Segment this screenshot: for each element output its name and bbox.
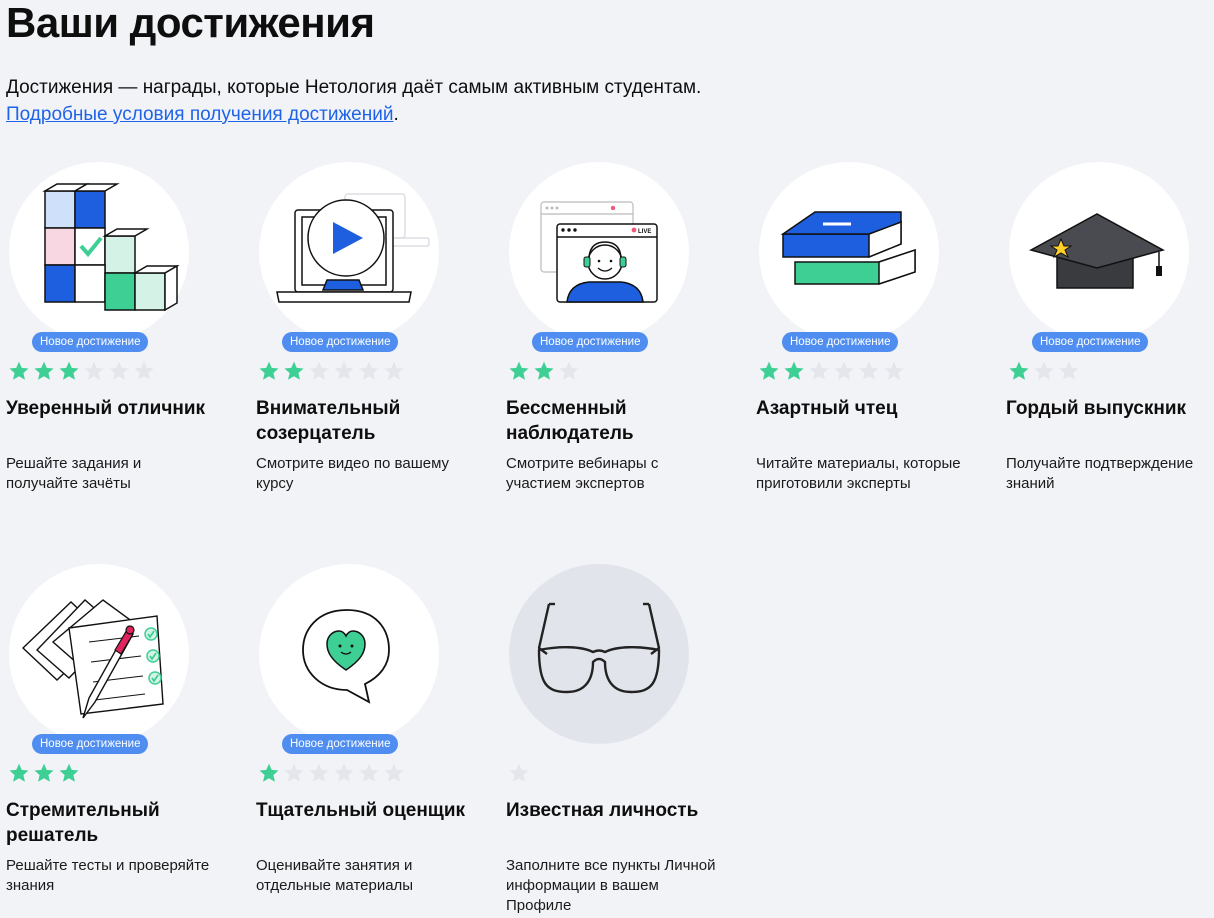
achievement-description: Смотрите видео по вашему курсу [256,455,450,492]
heart-bubble-icon [302,609,390,704]
achievement-illustration [1009,162,1189,342]
achievement-illustration [759,162,939,342]
achievement-card[interactable]: LIVE Новое достижение Бессменный наблюда… [506,162,756,564]
star-empty-icon [559,361,579,380]
achievement-title: Известная личность [506,800,699,821]
achievement-description: Решайте тесты и проверяйте знания [6,857,210,894]
achievement-description: Читайте материалы, которые приготовили э… [756,455,961,492]
star-filled-icon [509,361,529,380]
achievements-grid: Новое достижение Уверенный отличник Реша… [6,162,1214,918]
star-empty-icon [334,763,354,782]
new-achievement-badge: Новое достижение [782,332,899,352]
achievement-illustration [259,162,439,342]
new-achievement-badge: Новое достижение [32,734,149,754]
achievement-description: Смотрите вебинары с участием экспертов [506,455,659,492]
new-achievement-badge: Новое достижение [1032,332,1149,352]
star-empty-icon [884,361,904,380]
achievement-title: Внимательный созерцатель [256,398,401,444]
star-rating [508,762,530,784]
star-filled-icon [259,361,279,380]
star-empty-icon [134,361,154,380]
achievement-title: Тщательный оценщик [256,800,466,821]
star-filled-icon [9,361,29,380]
achievement-description: Заполните все пункты Личной информации в… [506,857,716,914]
achievement-card[interactable]: Новое достижение Азартный чтец Читайте м… [756,162,1006,564]
achievement-description: Оценивайте занятия и отдельные материалы [256,857,414,894]
laptop-play-icon [276,193,430,303]
intro: Достижения — награды, которые Нетология … [6,74,701,128]
star-empty-icon [834,361,854,380]
star-rating [1008,360,1080,382]
star-empty-icon [509,763,529,782]
star-filled-icon [34,763,54,782]
new-achievement-badge: Новое достижение [282,734,399,754]
intro-text: Достижения — награды, которые Нетология … [6,77,702,98]
achievement-title: Стремительный решатель [6,800,160,846]
star-empty-icon [384,361,404,380]
star-empty-icon [84,361,104,380]
glasses-icon [537,602,661,694]
achievement-card[interactable]: Известная личность Заполните все пункты … [506,564,756,918]
star-filled-icon [1009,361,1029,380]
star-filled-icon [9,763,29,782]
star-filled-icon [259,763,279,782]
achievement-card[interactable]: Новое достижение Стремительный решатель … [6,564,256,918]
new-achievement-badge: Новое достижение [532,332,649,352]
achievement-illustration: LIVE [509,162,689,342]
star-filled-icon [784,361,804,380]
star-filled-icon [759,361,779,380]
achievement-illustration [9,564,189,744]
tests-icon [21,599,164,719]
webinar-icon: LIVE [540,201,658,303]
star-empty-icon [359,763,379,782]
achievement-description: Получайте подтверждение знаний [1006,455,1194,492]
star-empty-icon [384,763,404,782]
page-title: Ваши достижения [6,0,375,46]
graduation-cap-icon [1029,213,1165,289]
books-icon [780,211,916,286]
star-empty-icon [284,763,304,782]
conditions-link[interactable]: Подробные условия получения достижений [6,104,393,125]
star-rating [508,360,580,382]
achievement-illustration [9,162,189,342]
star-rating [758,360,905,382]
star-rating [8,762,80,784]
star-empty-icon [309,763,329,782]
cubes-icon [42,183,180,312]
achievement-illustration [259,564,439,744]
star-empty-icon [359,361,379,380]
star-rating [258,360,405,382]
intro-period: . [393,104,399,125]
svg-text:LIVE: LIVE [638,229,651,235]
achievement-title: Уверенный отличник [6,398,206,419]
star-rating [8,360,155,382]
star-filled-icon [59,361,79,380]
achievement-title: Азартный чтец [756,398,898,419]
star-empty-icon [859,361,879,380]
star-filled-icon [59,763,79,782]
new-achievement-badge: Новое достижение [32,332,149,352]
achievement-card[interactable]: Новое достижение Уверенный отличник Реша… [6,162,256,564]
star-empty-icon [1034,361,1054,380]
achievement-title: Гордый выпускник [1006,398,1187,419]
achievement-card[interactable]: Новое достижение Тщательный оценщик Оцен… [256,564,506,918]
star-empty-icon [334,361,354,380]
new-achievement-badge: Новое достижение [282,332,399,352]
star-empty-icon [309,361,329,380]
star-rating [258,762,405,784]
star-filled-icon [284,361,304,380]
achievement-description: Решайте задания и получайте зачёты [6,455,142,492]
achievement-card[interactable]: Новое достижение Внимательный созерцател… [256,162,506,564]
star-empty-icon [809,361,829,380]
star-filled-icon [34,361,54,380]
star-empty-icon [1059,361,1079,380]
star-empty-icon [109,361,129,380]
achievement-card[interactable]: Новое достижение Гордый выпускник Получа… [1006,162,1214,564]
achievement-illustration [509,564,689,744]
achievement-title: Бессменный наблюдатель [506,398,634,444]
star-filled-icon [534,361,554,380]
